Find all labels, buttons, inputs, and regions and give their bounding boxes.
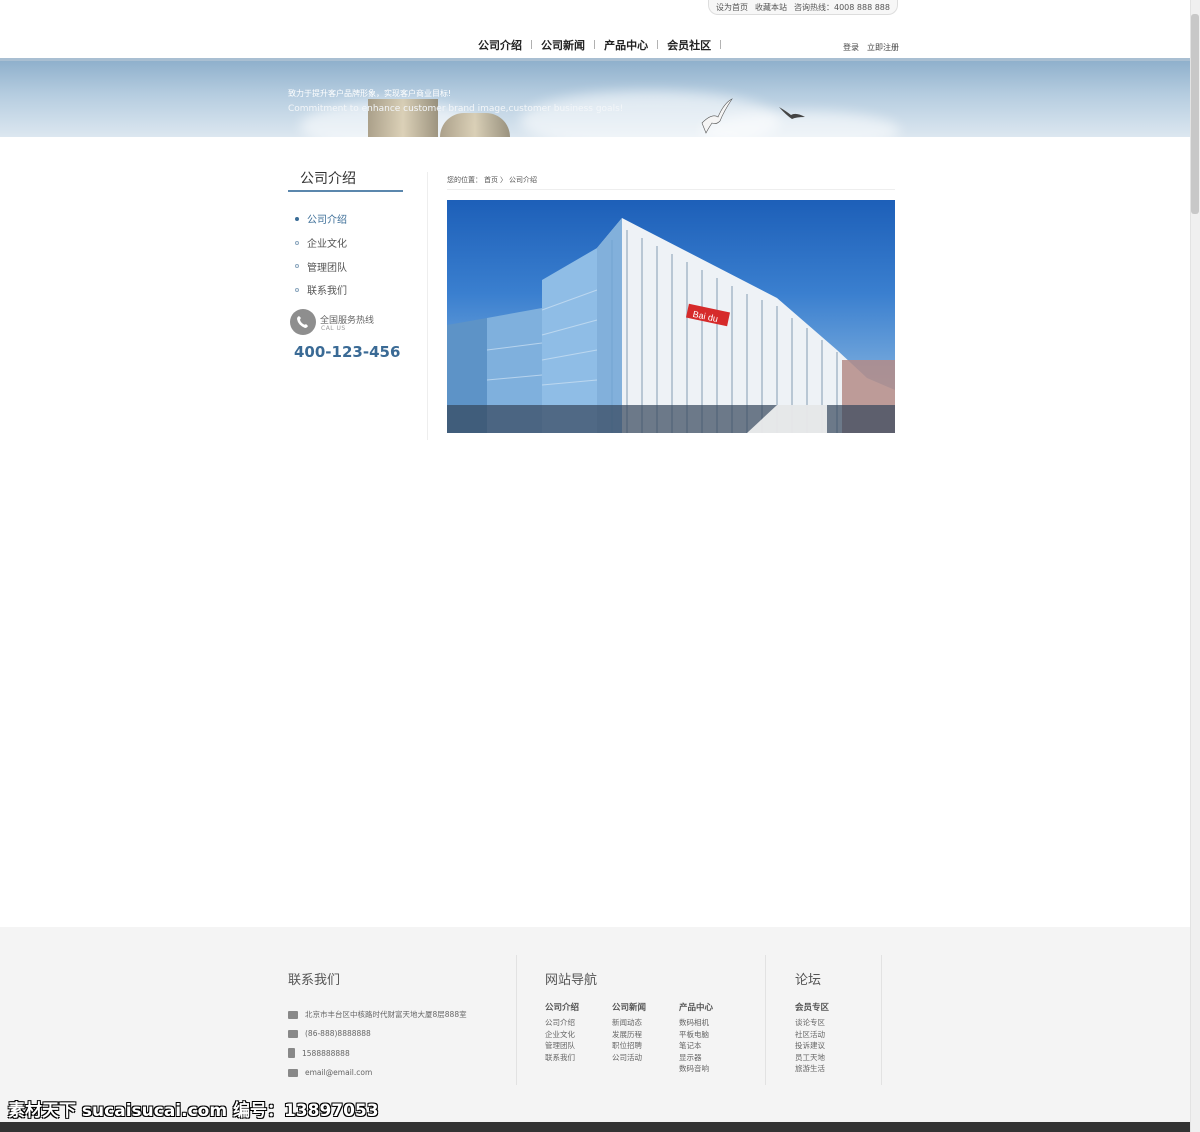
seagull-icon <box>701 98 733 134</box>
footer-link[interactable]: 企业文化 <box>545 1029 579 1041</box>
bullet-icon <box>295 287 299 292</box>
sidebar-item-culture[interactable]: 企业文化 <box>295 231 347 255</box>
sidebar-item-label: 公司介绍 <box>307 215 347 227</box>
footer-contact-list: 北京市丰台区中核路时代财富天地大厦8层888室 (86-888)8888888 … <box>288 1005 467 1082</box>
footer-nav-column: 公司介绍 公司介绍 企业文化 管理团队 联系我们 <box>545 1001 579 1063</box>
breadcrumb-home[interactable]: 首页 <box>484 175 498 185</box>
hotline-text: 咨询热线：4008 888 888 <box>794 2 890 12</box>
footer-link[interactable]: 管理团队 <box>545 1040 579 1052</box>
breadcrumb-prefix: 您的位置： <box>447 176 482 184</box>
footer-link[interactable]: 社区活动 <box>795 1029 829 1041</box>
footer-link[interactable]: 数码相机 <box>679 1017 713 1029</box>
footer-link[interactable]: 公司介绍 <box>545 1017 579 1029</box>
footer-link[interactable]: 谈论专区 <box>795 1017 829 1029</box>
nav-item-community[interactable]: 会员社区 <box>659 37 719 53</box>
footer-nav-column: 产品中心 数码相机 平板电脑 笔记本 显示器 数码音响 <box>679 1001 713 1075</box>
footer-divider <box>881 955 882 1085</box>
mail-icon <box>288 1068 298 1077</box>
footer-column-title[interactable]: 公司介绍 <box>545 1001 579 1013</box>
footer-link[interactable]: 员工天地 <box>795 1052 829 1064</box>
sidebar-title: 公司介绍 <box>300 171 356 187</box>
footer-link[interactable]: 新闻动态 <box>612 1017 646 1029</box>
set-home-link[interactable]: 设为首页 <box>716 2 748 13</box>
footer-phone: (86-888)8888888 <box>288 1024 467 1043</box>
bullet-icon <box>295 240 299 245</box>
phone-text: (86-888)8888888 <box>305 1029 371 1039</box>
breadcrumb-separator: 〉 <box>500 176 507 184</box>
bullet-icon <box>295 264 299 269</box>
footer-link[interactable]: 发展历程 <box>612 1029 646 1041</box>
sidebar-item-about[interactable]: 公司介绍 <box>295 207 347 231</box>
register-link[interactable]: 立即注册 <box>867 42 899 53</box>
site-footer <box>0 927 1190 1122</box>
sidebar-item-label: 联系我们 <box>307 286 347 298</box>
nav-item-products[interactable]: 产品中心 <box>596 37 656 53</box>
address-text: 北京市丰台区中核路时代财富天地大厦8层888室 <box>305 1010 467 1020</box>
nav-item-about[interactable]: 公司介绍 <box>470 37 530 53</box>
footer-contact-title: 联系我们 <box>288 973 341 988</box>
top-utility-bar: 设为首页 收藏本站 咨询热线：4008 888 888 <box>708 0 898 15</box>
footer-mobile: 1588888888 <box>288 1044 467 1063</box>
auth-links: 登录 立即注册 <box>843 42 899 53</box>
email-text[interactable]: email@email.com <box>305 1068 372 1077</box>
bottom-bar <box>0 1122 1200 1132</box>
telephone-icon <box>288 1029 298 1038</box>
footer-link[interactable]: 联系我们 <box>545 1052 579 1064</box>
watermark-text: 素材天下 sucaisucai.com 编号：13897053 <box>8 1101 379 1121</box>
footer-forum-column: 会员专区 谈论专区 社区活动 投诉建议 员工天地 旅游生活 <box>795 1001 829 1075</box>
sidebar-menu: 公司介绍 企业文化 管理团队 联系我们 <box>295 207 347 302</box>
footer-link[interactable]: 显示器 <box>679 1052 713 1064</box>
sidebar-item-contact[interactable]: 联系我们 <box>295 278 347 302</box>
breadcrumb-current: 公司介绍 <box>509 176 537 184</box>
main-nav: 公司介绍 | 公司新闻 | 产品中心 | 会员社区 | <box>470 37 722 53</box>
footer-forum-title: 论坛 <box>795 973 822 988</box>
login-link[interactable]: 登录 <box>843 42 859 53</box>
company-building-photo: Bai du <box>447 200 895 433</box>
footer-link[interactable]: 笔记本 <box>679 1040 713 1052</box>
hotline-number: 400-123-456 <box>294 343 401 361</box>
footer-link[interactable]: 职位招聘 <box>612 1040 646 1052</box>
footer-nav-column: 公司新闻 新闻动态 发展历程 职位招聘 公司活动 <box>612 1001 646 1063</box>
mobile-text: 1588888888 <box>302 1048 350 1058</box>
sidebar-item-label: 管理团队 <box>307 262 347 274</box>
footer-column-title[interactable]: 会员专区 <box>795 1001 829 1013</box>
scrollbar-thumb[interactable] <box>1191 14 1199 214</box>
banner-slogan-cn: 致力于提升客户品牌形象，实现客户商业目标! <box>288 89 452 98</box>
building-image <box>440 113 510 137</box>
footer-divider <box>765 955 766 1085</box>
footer-address: 北京市丰台区中核路时代财富天地大厦8层888室 <box>288 1005 467 1024</box>
home-icon <box>288 1010 298 1019</box>
footer-link[interactable]: 数码音响 <box>679 1063 713 1075</box>
mobile-icon <box>288 1048 295 1059</box>
footer-column-title[interactable]: 产品中心 <box>679 1001 713 1013</box>
sidebar-divider <box>427 172 428 440</box>
hotline-sublabel: CAL US <box>321 325 346 332</box>
footer-link[interactable]: 平板电脑 <box>679 1029 713 1041</box>
hero-banner: 致力于提升客户品牌形象，实现客户商业目标! Commitment to enha… <box>0 61 1190 137</box>
seagull-icon <box>779 107 805 119</box>
nav-item-news[interactable]: 公司新闻 <box>533 37 593 53</box>
bookmark-link[interactable]: 收藏本站 <box>755 2 787 13</box>
nav-separator: | <box>719 40 723 50</box>
sidebar-item-team[interactable]: 管理团队 <box>295 254 347 278</box>
sidebar-item-label: 企业文化 <box>307 239 347 251</box>
building-illustration: Bai du <box>447 218 895 433</box>
footer-nav-title: 网站导航 <box>545 973 598 988</box>
phone-icon <box>290 309 316 335</box>
footer-link[interactable]: 旅游生活 <box>795 1063 829 1075</box>
footer-link[interactable]: 投诉建议 <box>795 1040 829 1052</box>
sidebar-title-underline <box>288 190 403 192</box>
footer-column-title[interactable]: 公司新闻 <box>612 1001 646 1013</box>
breadcrumb-divider <box>447 189 895 190</box>
banner-slogan-en: Commitment to enhance customer brand ima… <box>288 104 624 114</box>
footer-divider <box>516 955 517 1085</box>
footer-email: email@email.com <box>288 1063 467 1082</box>
bullet-icon <box>295 216 299 221</box>
footer-link[interactable]: 公司活动 <box>612 1052 646 1064</box>
breadcrumb: 您的位置： 首页 〉 公司介绍 <box>447 175 537 185</box>
